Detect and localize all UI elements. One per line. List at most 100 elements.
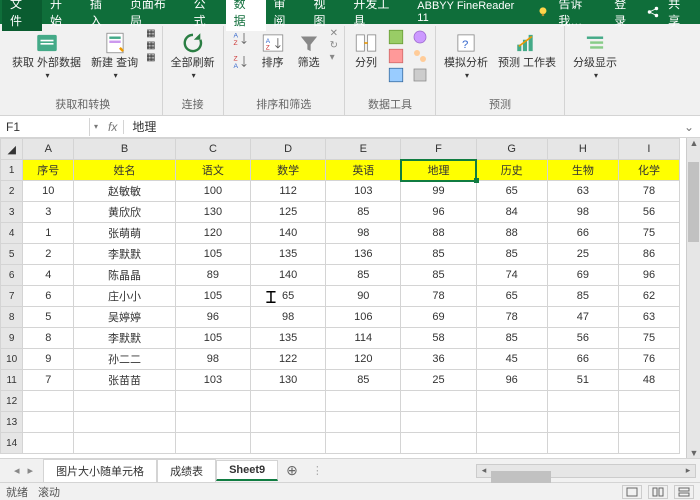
row-header[interactable]: 7 [1, 286, 23, 307]
selected-cell[interactable]: 地理 [401, 160, 476, 181]
cell[interactable]: 78 [476, 307, 547, 328]
cell[interactable]: 112 [251, 181, 326, 202]
cell[interactable]: 66 [547, 349, 618, 370]
cell[interactable]: 69 [547, 265, 618, 286]
row-header[interactable]: 11 [1, 370, 23, 391]
cell[interactable]: 120 [175, 223, 250, 244]
cell[interactable]: 56 [547, 328, 618, 349]
page-break-view-button[interactable] [674, 485, 694, 499]
cell[interactable]: 7 [23, 370, 74, 391]
data-validation-icon[interactable] [387, 66, 405, 84]
cell[interactable]: 75 [618, 223, 679, 244]
cell[interactable]: 25 [401, 370, 476, 391]
row-header[interactable]: 8 [1, 307, 23, 328]
sort-button[interactable]: AZ排序 [258, 28, 288, 72]
cell[interactable]: 96 [175, 307, 250, 328]
cell[interactable]: 语文 [175, 160, 250, 181]
flash-fill-icon[interactable] [387, 28, 405, 46]
cell[interactable]: 48 [618, 370, 679, 391]
col-header[interactable]: A [23, 139, 74, 160]
tell-me[interactable]: 告诉我… [558, 0, 606, 29]
cell[interactable]: 9 [23, 349, 74, 370]
login-button[interactable]: 登录 [614, 0, 638, 29]
cell[interactable]: 76 [618, 349, 679, 370]
cell[interactable]: 85 [547, 286, 618, 307]
scroll-thumb[interactable] [688, 162, 699, 242]
cell[interactable]: 86 [618, 244, 679, 265]
cell[interactable]: 45 [476, 349, 547, 370]
what-if-button[interactable]: ?模拟分析▾ [442, 28, 490, 83]
recent-sources[interactable]: ▦ [146, 52, 155, 63]
scroll-down[interactable]: ▼ [687, 448, 700, 458]
cell[interactable]: 96 [401, 202, 476, 223]
cell[interactable]: 130 [251, 370, 326, 391]
cell[interactable]: 103 [175, 370, 250, 391]
cell[interactable]: 89 [175, 265, 250, 286]
cell[interactable]: 90 [326, 286, 401, 307]
cell[interactable]: 99 [401, 181, 476, 202]
col-header[interactable]: E [326, 139, 401, 160]
cell[interactable]: 赵敏敏 [74, 181, 176, 202]
cell[interactable]: 75 [618, 328, 679, 349]
name-box-dropdown[interactable]: ▾ [90, 122, 102, 131]
row-header[interactable]: 3 [1, 202, 23, 223]
outline-button[interactable]: 分级显示▾ [571, 28, 619, 83]
tab-nav-first[interactable]: ◂ [14, 464, 20, 477]
from-table[interactable]: ▦ [146, 40, 155, 51]
cell[interactable]: 6 [23, 286, 74, 307]
cell[interactable]: 136 [326, 244, 401, 265]
remove-duplicates-icon[interactable] [387, 47, 405, 65]
new-query-button[interactable]: 新建 查询▾ [89, 28, 140, 83]
relationships-icon[interactable] [411, 47, 429, 65]
cell[interactable]: 生物 [547, 160, 618, 181]
row-header[interactable]: 2 [1, 181, 23, 202]
cell[interactable]: 96 [618, 265, 679, 286]
sheet-tab[interactable]: 图片大小随单元格 [43, 459, 157, 482]
show-queries[interactable]: ▦ [146, 28, 155, 39]
row-header[interactable]: 5 [1, 244, 23, 265]
name-box[interactable]: F1 [0, 118, 90, 136]
row-header[interactable]: 6 [1, 265, 23, 286]
row-header[interactable]: 12 [1, 391, 23, 412]
cell[interactable]: 85 [326, 265, 401, 286]
col-header[interactable]: F [401, 139, 476, 160]
col-header[interactable]: B [74, 139, 176, 160]
cell[interactable]: 63 [618, 307, 679, 328]
cell[interactable]: 孙二二 [74, 349, 176, 370]
cell[interactable]: 122 [251, 349, 326, 370]
cell[interactable]: 96 [476, 370, 547, 391]
clear-filter[interactable]: ✕ [330, 28, 338, 39]
cell[interactable]: 5 [23, 307, 74, 328]
cell[interactable]: 69 [401, 307, 476, 328]
cell[interactable]: 140 [251, 265, 326, 286]
col-header[interactable]: H [547, 139, 618, 160]
row-header[interactable]: 10 [1, 349, 23, 370]
cell[interactable]: 140 [251, 223, 326, 244]
cell[interactable]: 8 [23, 328, 74, 349]
grid[interactable]: ◢ A B C D E F G H I 1 序号 姓名 语文 数学 英语 地理 … [0, 138, 680, 454]
text-to-columns-button[interactable]: 分列 [351, 28, 381, 72]
cell[interactable]: 25 [547, 244, 618, 265]
cell[interactable]: 58 [401, 328, 476, 349]
cell[interactable]: 姓名 [74, 160, 176, 181]
formula-input[interactable]: 地理 [124, 116, 678, 137]
cell[interactable]: 105 [175, 328, 250, 349]
cell[interactable]: 历史 [476, 160, 547, 181]
cell[interactable]: 78 [618, 181, 679, 202]
cell[interactable]: 吴婷婷 [74, 307, 176, 328]
manage-data-model-icon[interactable] [411, 66, 429, 84]
cell[interactable]: 120 [326, 349, 401, 370]
scroll-left[interactable]: ◂ [477, 465, 491, 476]
cell[interactable]: 李默默 [74, 328, 176, 349]
cell[interactable]: 10 [23, 181, 74, 202]
cell[interactable]: 张萌萌 [74, 223, 176, 244]
cell[interactable]: 36 [401, 349, 476, 370]
cell[interactable]: 65 [251, 286, 326, 307]
cell[interactable]: 数学 [251, 160, 326, 181]
refresh-all-button[interactable]: 全部刷新▾ [169, 28, 217, 83]
cell[interactable]: 84 [476, 202, 547, 223]
tab-nav-last[interactable]: ▸ [28, 464, 34, 477]
scroll-right[interactable]: ▸ [681, 465, 695, 476]
cell[interactable]: 序号 [23, 160, 74, 181]
sort-asc-button[interactable]: AZ [230, 28, 252, 50]
